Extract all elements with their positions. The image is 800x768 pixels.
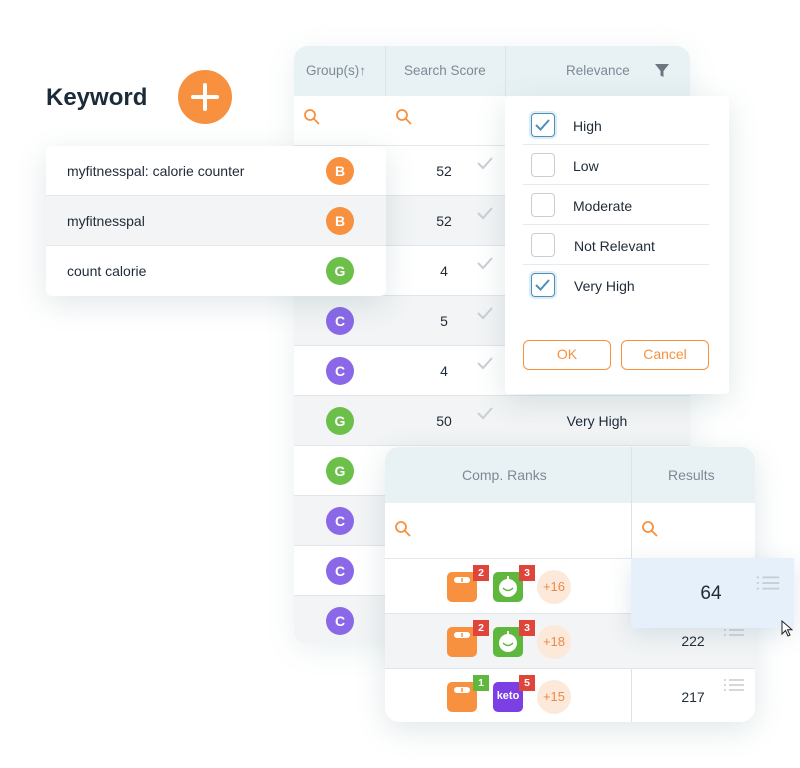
keyword-title: Keyword xyxy=(46,84,148,111)
grid-header: Group(s)↑ Search Score Relevance xyxy=(294,46,690,96)
group-badge: G xyxy=(326,407,354,435)
keyword-row[interactable]: myfitnesspal: calorie counter B xyxy=(46,146,386,196)
add-keyword-button[interactable] xyxy=(178,70,232,124)
filter-option-label: Low xyxy=(573,158,599,174)
rank-badge: 2 xyxy=(473,565,489,581)
group-badge: C xyxy=(326,557,354,585)
checkbox-low[interactable] xyxy=(531,153,555,177)
checkbox-not-relevant[interactable] xyxy=(531,233,555,257)
filter-option-very-high[interactable]: Very High xyxy=(523,265,709,305)
more-competitors-badge[interactable]: +16 xyxy=(537,570,571,604)
check-icon xyxy=(477,207,493,220)
rank-badge: 2 xyxy=(473,620,489,636)
table-row[interactable]: 1 keto 5 +15 217 xyxy=(385,669,755,722)
check-icon xyxy=(535,119,550,131)
mouse-cursor-icon xyxy=(781,620,793,637)
filter-option-label: Very High xyxy=(574,278,635,294)
rank-badge: 5 xyxy=(519,675,535,691)
search-score: 5 xyxy=(440,313,448,329)
filter-option-label: Moderate xyxy=(573,198,633,214)
check-icon xyxy=(477,407,493,420)
hovered-result-cell[interactable]: 64 xyxy=(631,558,794,628)
column-header-comp-ranks[interactable]: Comp. Ranks xyxy=(462,467,547,483)
comp-header: Comp. Ranks Results xyxy=(385,447,755,503)
keyword-row[interactable]: count calorie G xyxy=(46,246,386,296)
more-competitors-badge[interactable]: +15 xyxy=(537,680,571,714)
rank-badge: 3 xyxy=(519,620,535,636)
search-icon[interactable] xyxy=(303,108,321,126)
checkbox-moderate[interactable] xyxy=(531,193,555,217)
check-icon xyxy=(477,257,493,270)
search-score: 4 xyxy=(440,263,448,279)
search-score: 52 xyxy=(436,213,452,229)
check-icon xyxy=(477,307,493,320)
comp-search-row xyxy=(385,503,755,559)
filter-option-label: High xyxy=(573,118,602,134)
filter-option-moderate[interactable]: Moderate xyxy=(523,185,709,225)
result-count: 64 xyxy=(700,583,722,604)
group-badge: B xyxy=(326,207,354,235)
keyword-row[interactable]: myfitnesspal B xyxy=(46,196,386,246)
list-icon[interactable] xyxy=(723,677,745,693)
search-score: 4 xyxy=(440,363,448,379)
keto-app-label: keto xyxy=(496,690,520,702)
search-icon[interactable] xyxy=(395,108,413,126)
checkbox-high[interactable] xyxy=(531,113,555,137)
column-header-relevance[interactable]: Relevance xyxy=(566,46,630,96)
keyword-list: myfitnesspal: calorie counter B myfitnes… xyxy=(46,146,386,296)
search-score: 50 xyxy=(436,413,452,429)
grid-search-row xyxy=(294,96,506,146)
table-row[interactable]: G 50 Very High xyxy=(294,396,690,446)
group-badge: G xyxy=(326,257,354,285)
ok-button[interactable]: OK xyxy=(523,340,611,370)
keyword-text: count calorie xyxy=(67,263,147,279)
filter-option-not-relevant[interactable]: Not Relevant xyxy=(523,225,709,265)
group-badge: G xyxy=(326,457,354,485)
group-badge: B xyxy=(326,157,354,185)
column-header-groups[interactable]: Group(s)↑ xyxy=(306,46,366,96)
relevance-filter-dropdown: High Low Moderate Not Relevant Very High… xyxy=(505,96,729,394)
filter-option-label: Not Relevant xyxy=(574,238,655,254)
column-header-search-score[interactable]: Search Score xyxy=(404,46,486,96)
keyword-text: myfitnesspal xyxy=(67,213,145,229)
column-header-results[interactable]: Results xyxy=(668,467,715,483)
more-competitors-badge[interactable]: +18 xyxy=(537,625,571,659)
check-icon xyxy=(477,357,493,370)
group-badge: C xyxy=(326,357,354,385)
search-score: 52 xyxy=(436,163,452,179)
group-badge: C xyxy=(326,307,354,335)
group-badge: C xyxy=(326,507,354,535)
rank-badge: 1 xyxy=(473,675,489,691)
search-icon[interactable] xyxy=(394,520,412,538)
rank-badge: 3 xyxy=(519,565,535,581)
filter-option-low[interactable]: Low xyxy=(523,145,709,185)
list-icon[interactable] xyxy=(755,574,781,592)
group-badge: C xyxy=(326,607,354,635)
checkbox-very-high[interactable] xyxy=(531,273,555,297)
keyword-text: myfitnesspal: calorie counter xyxy=(67,163,245,179)
relevance-value: Very High xyxy=(566,413,628,429)
check-icon xyxy=(535,279,550,291)
check-icon xyxy=(477,157,493,170)
filter-icon[interactable] xyxy=(654,63,670,79)
cancel-button[interactable]: Cancel xyxy=(621,340,709,370)
plus-icon xyxy=(191,83,219,111)
search-icon[interactable] xyxy=(641,520,659,538)
filter-option-high[interactable]: High xyxy=(523,105,709,145)
